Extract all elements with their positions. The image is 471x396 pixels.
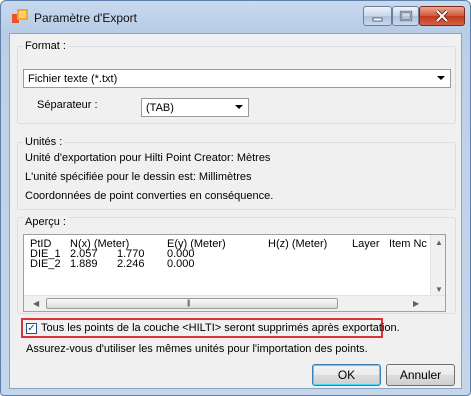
chevron-down-icon: [235, 105, 243, 109]
close-button[interactable]: [419, 6, 465, 26]
scroll-up-icon[interactable]: ▲: [435, 238, 443, 247]
delete-points-option[interactable]: ✓ Tous les points de la couche <HILTI> s…: [21, 318, 400, 338]
preview-table[interactable]: PtID N(x) (Meter) E(y) (Meter) H(z) (Met…: [23, 234, 446, 312]
dialog-body: Format : Fichier texte (*.txt) Séparateu…: [9, 33, 462, 389]
units-conversion-line: Coordonnées de point converties en consé…: [25, 190, 274, 202]
app-icon: [12, 9, 28, 23]
units-export-line: Unité d'exportation pour Hilti Point Cre…: [25, 152, 271, 164]
column-header-layer: Layer: [352, 238, 380, 250]
scroll-left-icon[interactable]: ◀: [33, 299, 39, 308]
ok-button[interactable]: OK: [312, 364, 381, 386]
separator-dropdown[interactable]: (TAB): [141, 98, 249, 117]
grip-icon: |||: [187, 300, 191, 307]
window-title: Paramètre d'Export: [34, 11, 138, 25]
scroll-right-icon[interactable]: ▶: [413, 299, 419, 308]
maximize-icon: [399, 10, 413, 22]
format-dropdown-value: Fichier texte (*.txt): [28, 73, 118, 85]
separator-label: Séparateur :: [37, 99, 98, 111]
table-row-cell: 1.889: [70, 258, 98, 270]
units-note: Assurez-vous d'utiliser les mêmes unités…: [26, 343, 368, 355]
chevron-down-icon: [437, 76, 445, 80]
minimize-button[interactable]: [363, 6, 392, 26]
units-group-label: Unités :: [23, 136, 65, 148]
scroll-down-icon[interactable]: ▼: [435, 285, 443, 294]
minimize-icon: [372, 17, 383, 22]
close-icon: [435, 9, 449, 23]
vertical-scrollbar[interactable]: ▲ ▼: [430, 235, 445, 297]
column-header-hz: H(z) (Meter): [268, 238, 328, 250]
format-group-label: Format :: [23, 40, 68, 52]
format-group: Format : Fichier texte (*.txt) Séparateu…: [17, 40, 456, 124]
units-group: Unités : Unité d'exportation pour Hilti …: [17, 136, 456, 210]
preview-group-label: Aperçu :: [23, 216, 68, 228]
format-dropdown[interactable]: Fichier texte (*.txt): [23, 69, 451, 88]
table-row-cell: 2.246: [117, 258, 145, 270]
export-settings-window: Paramètre d'Export Format : Fichier text…: [0, 0, 471, 396]
preview-group: Aperçu : PtID N(x) (Meter) E(y) (Meter) …: [17, 216, 456, 314]
column-header-item: Item Nc: [389, 238, 427, 250]
maximize-button[interactable]: [392, 6, 419, 26]
horizontal-scrollbar[interactable]: ◀ ||| ▶: [24, 295, 445, 311]
table-row-cell: 0.000: [167, 258, 195, 270]
cancel-button[interactable]: Annuler: [386, 364, 455, 386]
horizontal-scroll-thumb[interactable]: |||: [46, 298, 338, 309]
units-drawing-line: L'unité spécifiée pour le dessin est: Mi…: [25, 171, 252, 183]
table-row-cell: DIE_2: [30, 258, 61, 270]
separator-dropdown-value: (TAB): [146, 102, 174, 114]
delete-points-checkbox[interactable]: ✓: [26, 323, 37, 334]
title-bar[interactable]: Paramètre d'Export: [1, 1, 470, 33]
delete-points-label: Tous les points de la couche <HILTI> ser…: [41, 322, 400, 334]
